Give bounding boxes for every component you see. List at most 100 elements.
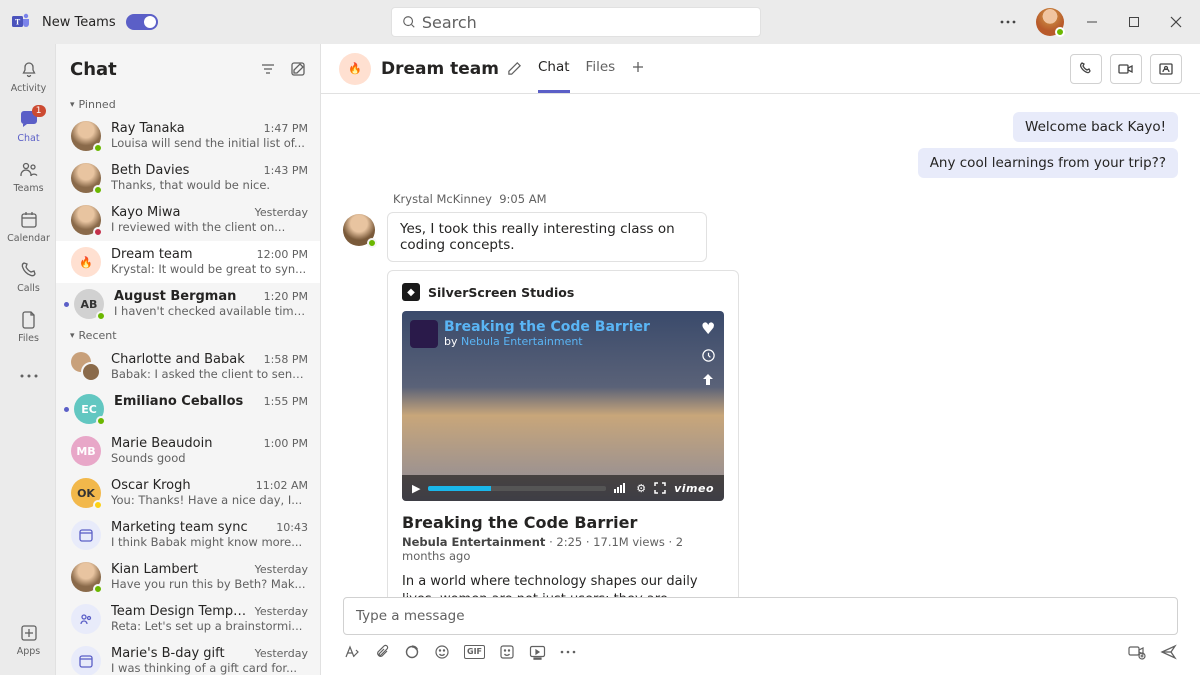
share-icon[interactable]: [701, 373, 716, 387]
chat-avatar: EC: [74, 394, 104, 424]
rail-calls[interactable]: Calls: [0, 252, 56, 300]
message-outgoing: Welcome back Kayo!: [1013, 112, 1178, 142]
teams-logo-icon: T: [10, 10, 34, 34]
card-title: Breaking the Code Barrier: [402, 513, 724, 532]
chat-time: Yesterday: [255, 206, 308, 219]
chat-avatar: 🔥: [71, 247, 101, 277]
chat-item[interactable]: Team Design TemplateYesterdayReta: Let's…: [56, 598, 320, 640]
conversation-avatar: 🔥: [339, 53, 371, 85]
rail-calendar[interactable]: Calendar: [0, 202, 56, 250]
chat-name: Marketing team sync: [111, 520, 248, 535]
video-call-button[interactable]: [1110, 54, 1142, 84]
card-source: ◆ SilverScreen Studios: [402, 283, 724, 301]
titlebar: T New Teams Search: [0, 0, 1200, 44]
play-icon[interactable]: ▶: [412, 482, 420, 495]
send-button[interactable]: [1160, 643, 1178, 661]
chat-item[interactable]: Charlotte and Babak1:58 PMBabak: I asked…: [56, 346, 320, 388]
section-header[interactable]: Recent: [56, 325, 320, 346]
minimize-button[interactable]: [1078, 8, 1106, 36]
rail-teams[interactable]: Teams: [0, 152, 56, 200]
settings-icon[interactable]: ⚙: [636, 482, 646, 495]
emoji-icon[interactable]: [434, 644, 450, 660]
chat-name: Beth Davies: [111, 163, 189, 178]
attach-icon[interactable]: [374, 644, 390, 660]
chat-time: 1:55 PM: [264, 395, 308, 408]
rail-activity[interactable]: Activity: [0, 52, 56, 100]
phone-icon: [18, 259, 40, 281]
chat-name: Kayo Miwa: [111, 205, 180, 220]
chat-item[interactable]: Beth Davies1:43 PMThanks, that would be …: [56, 157, 320, 199]
tab-chat[interactable]: Chat: [538, 44, 570, 93]
card-meta: Nebula Entertainment · 2:25 · 17.1M view…: [402, 535, 724, 563]
format-icon[interactable]: [343, 644, 360, 661]
chat-avatar: [71, 121, 101, 151]
video-overlay-title: Breaking the Code Barrier: [444, 319, 650, 335]
new-teams-toggle[interactable]: [126, 14, 158, 30]
chat-preview: Have you run this by Beth? Mak...: [111, 577, 308, 591]
more-tools-icon[interactable]: [560, 650, 576, 654]
section-header[interactable]: Pinned: [56, 94, 320, 115]
gif-icon[interactable]: GIF: [464, 645, 485, 659]
chat-item[interactable]: Marie's B-day giftYesterdayI was thinkin…: [56, 640, 320, 675]
teams-icon: [18, 159, 40, 181]
apps-icon: [18, 622, 40, 644]
chat-avatar: OK: [71, 478, 101, 508]
chat-item[interactable]: OKOscar Krogh11:02 AMYou: Thanks! Have a…: [56, 472, 320, 514]
chat-item[interactable]: Ray Tanaka1:47 PMLouisa will send the in…: [56, 115, 320, 157]
chat-avatar: [71, 352, 101, 382]
rail-more[interactable]: [0, 352, 56, 400]
chat-name: Marie Beaudoin: [111, 436, 212, 451]
chat-time: 1:47 PM: [264, 122, 308, 135]
fullscreen-icon[interactable]: [654, 482, 666, 494]
progress-bar[interactable]: [428, 486, 606, 491]
rail-files[interactable]: Files: [0, 302, 56, 350]
maximize-button[interactable]: [1120, 8, 1148, 36]
filter-icon[interactable]: [260, 61, 276, 77]
chat-name: Ray Tanaka: [111, 121, 185, 136]
chat-preview: Sounds good: [111, 451, 308, 465]
volume-icon[interactable]: [614, 482, 628, 494]
chat-avatar: AB: [74, 289, 104, 319]
search-input[interactable]: Search: [391, 7, 761, 37]
chat-avatar: [71, 205, 101, 235]
chat-time: 12:00 PM: [257, 248, 308, 261]
chat-item[interactable]: ABAugust Bergman1:20 PMI haven't checked…: [56, 283, 320, 325]
add-tab-button[interactable]: [631, 44, 645, 93]
chat-name: Dream team: [111, 247, 193, 262]
ellipsis-icon: [18, 365, 40, 387]
compose-icon[interactable]: [290, 61, 306, 77]
calendar-icon: [18, 209, 40, 231]
chat-name: Marie's B-day gift: [111, 646, 225, 661]
heart-icon[interactable]: ♥: [701, 319, 716, 338]
chat-time: 10:43: [276, 521, 308, 534]
audio-call-button[interactable]: [1070, 54, 1102, 84]
more-icon[interactable]: [994, 8, 1022, 36]
edit-icon[interactable]: [507, 61, 522, 76]
chat-preview: Krystal: It would be great to syn...: [111, 262, 308, 276]
chat-preview: You: Thanks! Have a nice day, I...: [111, 493, 308, 507]
stream-icon[interactable]: [529, 645, 546, 660]
chat-preview: I haven't checked available time...: [114, 304, 308, 318]
compose-input[interactable]: Type a message: [343, 597, 1178, 635]
rail-apps[interactable]: Apps: [0, 615, 56, 663]
rail-chat[interactable]: 1 Chat: [0, 102, 56, 150]
source-logo-icon: ◆: [402, 283, 420, 301]
sticker-icon[interactable]: [499, 644, 515, 660]
chat-item[interactable]: MBMarie Beaudoin1:00 PMSounds good: [56, 430, 320, 472]
chat-item[interactable]: Marketing team sync 10:43I think Babak mi…: [56, 514, 320, 556]
chat-time: Yesterday: [255, 563, 308, 576]
chat-time: 1:58 PM: [264, 353, 308, 366]
presence-indicator: [1055, 27, 1065, 37]
close-button[interactable]: [1162, 8, 1190, 36]
loop-icon[interactable]: [404, 644, 420, 660]
video-clip-icon[interactable]: [1128, 644, 1146, 660]
chat-item[interactable]: Kian LambertYesterdayHave you run this b…: [56, 556, 320, 598]
watch-later-icon[interactable]: [701, 348, 716, 363]
chat-preview: I think Babak might know more...: [111, 535, 308, 549]
video-player[interactable]: Breaking the Code Barrier by Nebula Ente…: [402, 311, 724, 501]
chat-item[interactable]: 🔥 Dream team 12:00 PMKrystal: It would be …: [56, 241, 320, 283]
people-button[interactable]: [1150, 54, 1182, 84]
tab-files[interactable]: Files: [586, 44, 616, 93]
chat-item[interactable]: Kayo MiwaYesterdayI reviewed with the cl…: [56, 199, 320, 241]
chat-item[interactable]: ECEmiliano Ceballos1:55 PM: [56, 388, 320, 430]
